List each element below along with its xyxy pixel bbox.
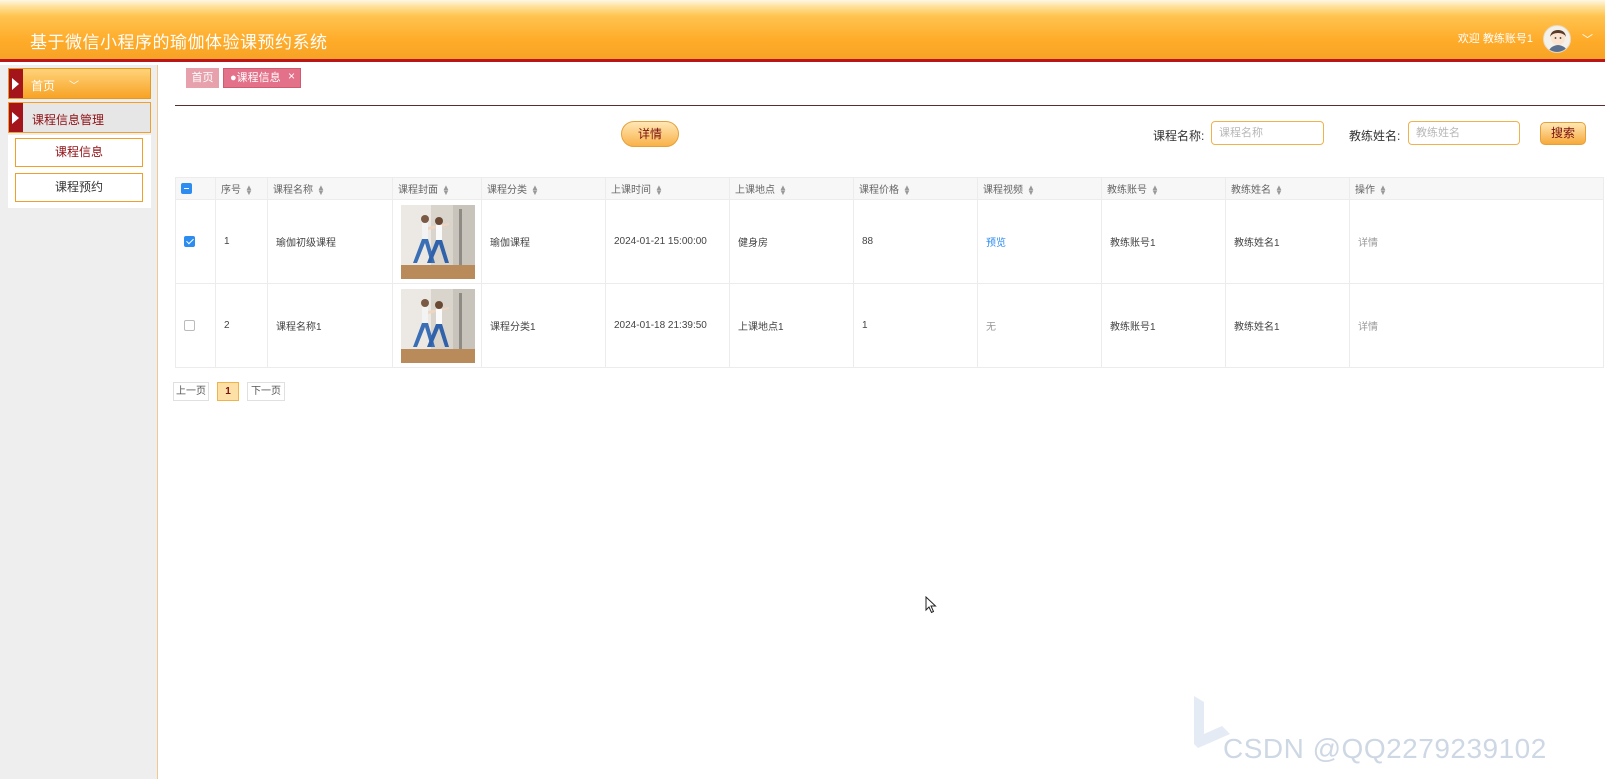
menu-arrow-icon <box>9 103 23 132</box>
table-row[interactable]: 1 瑜伽初级课程 瑜伽课程 2024-01-21 15:00:00 健身房 88… <box>175 199 1604 284</box>
app-title: 基于微信小程序的瑜伽体验课预约系统 <box>30 33 328 52</box>
cell-time: 2024-01-21 15:00:00 <box>605 199 730 284</box>
prev-page-button[interactable]: 上一页 <box>173 382 209 401</box>
course-cover-image[interactable] <box>401 288 475 363</box>
row-select-cell[interactable] <box>175 199 216 284</box>
column-header[interactable]: 课程封面 ▲ ▼ <box>392 177 482 200</box>
column-header[interactable]: 序号 ▲ ▼ <box>215 177 268 200</box>
row-checkbox[interactable] <box>184 235 195 247</box>
sort-icon[interactable]: ▲ ▼ <box>779 184 787 197</box>
table-row[interactable]: 2 课程名称1 课程分类1 2024-01-18 21:39:50 上课地点1 … <box>175 283 1604 368</box>
row-select-cell[interactable] <box>175 283 216 368</box>
cell-coach-account: 教练账号1 <box>1101 199 1226 284</box>
cell-action: 详情 <box>1349 283 1604 368</box>
course-table: 序号 ▲ ▼ 课程名称 ▲ ▼ 课程封面 ▲ ▼ 课程分类 ▲ ▼ 上课时间 ▲ ▼ 上课地点 ▲ ▼ … <box>175 177 1604 368</box>
row-detail-link[interactable]: 详情 <box>1358 322 1378 333</box>
cell-price: 1 <box>853 283 978 368</box>
chevron-down-icon: ﹀ <box>69 81 79 92</box>
page-number-button[interactable]: 1 <box>217 382 239 401</box>
cell-action: 详情 <box>1349 199 1604 284</box>
sort-icon[interactable]: ▲ ▼ <box>1275 184 1283 197</box>
column-header[interactable]: 上课时间 ▲ ▼ <box>605 177 730 200</box>
coach-name-input[interactable] <box>1408 121 1520 145</box>
cell-no: 2 <box>215 283 268 368</box>
course-cover-image[interactable] <box>401 204 475 279</box>
cell-time: 2024-01-18 21:39:50 <box>605 283 730 368</box>
cell-coach-account: 教练账号1 <box>1101 283 1226 368</box>
tab-home[interactable]: 首页 <box>186 68 219 88</box>
sort-icon[interactable]: ▲ ▼ <box>531 184 539 197</box>
user-avatar[interactable] <box>1543 25 1571 53</box>
cell-coach-name: 教练姓名1 <box>1225 199 1350 284</box>
cell-no: 1 <box>215 199 268 284</box>
sidebar-group-label: 课程信息管理 <box>32 113 105 127</box>
divider <box>175 105 1605 106</box>
cell-video: 无 <box>977 283 1102 368</box>
row-detail-link[interactable]: 详情 <box>1358 238 1378 249</box>
cell-coach-name: 教练姓名1 <box>1225 283 1350 368</box>
app-header: 基于微信小程序的瑜伽体验课预约系统 欢迎 教练账号1 ﹀ <box>0 0 1605 62</box>
sidebar-item-label: 首页 <box>31 79 56 93</box>
select-all-cell[interactable] <box>175 177 216 200</box>
sidebar-item-course-booking[interactable]: 课程预约 <box>15 173 143 202</box>
sort-icon[interactable]: ▲ ▼ <box>655 184 663 197</box>
column-header[interactable]: 课程价格 ▲ ▼ <box>853 177 978 200</box>
menu-arrow-icon <box>9 69 23 98</box>
cell-course-name: 瑜伽初级课程 <box>267 199 393 284</box>
tab-course-info[interactable]: ●课程信息 × <box>223 68 301 88</box>
column-header[interactable]: 操作 ▲ ▼ <box>1349 177 1604 200</box>
sidebar-group-course-management[interactable]: 课程信息管理 <box>8 102 151 133</box>
cell-cover <box>392 283 482 368</box>
cell-category: 课程分类1 <box>481 283 606 368</box>
cell-category: 瑜伽课程 <box>481 199 606 284</box>
sidebar-item-home[interactable]: 首页 ﹀ <box>8 68 151 99</box>
cell-place: 上课地点1 <box>729 283 854 368</box>
next-page-button[interactable]: 下一页 <box>247 382 285 401</box>
search-button[interactable]: 搜索 <box>1540 122 1586 145</box>
column-header[interactable]: 上课地点 ▲ ▼ <box>729 177 854 200</box>
table-header-row: 序号 ▲ ▼ 课程名称 ▲ ▼ 课程封面 ▲ ▼ 课程分类 ▲ ▼ 上课时间 ▲ ▼ 上课地点 ▲ ▼ … <box>175 177 1604 200</box>
sort-icon[interactable]: ▲ ▼ <box>1027 184 1035 197</box>
tab-label: ●课程信息 <box>230 72 281 84</box>
column-header[interactable]: 课程名称 ▲ ▼ <box>267 177 393 200</box>
sort-icon[interactable]: ▲ ▼ <box>903 184 911 197</box>
course-name-label: 课程名称: <box>1153 129 1205 143</box>
video-preview-link[interactable]: 预览 <box>986 238 1006 249</box>
column-header[interactable]: 教练账号 ▲ ▼ <box>1101 177 1226 200</box>
column-header[interactable]: 课程分类 ▲ ▼ <box>481 177 606 200</box>
cell-place: 健身房 <box>729 199 854 284</box>
column-header[interactable]: 教练姓名 ▲ ▼ <box>1225 177 1350 200</box>
close-icon[interactable]: × <box>288 67 295 85</box>
welcome-text: 欢迎 教练账号1 <box>1457 33 1533 45</box>
main-content: 首页 ●课程信息 × 详情 课程名称: 教练姓名: 搜索 序号▲▼ 课程名称▲▼… <box>159 65 1605 779</box>
mouse-pointer-icon <box>925 596 937 614</box>
sort-icon[interactable]: ▲ ▼ <box>442 184 450 197</box>
sidebar: 首页 ﹀ 课程信息管理 课程信息 课程预约 <box>0 65 158 779</box>
sidebar-submenu: 课程信息 课程预约 <box>8 135 151 208</box>
detail-button[interactable]: 详情 <box>621 121 679 147</box>
avatar-icon <box>1548 30 1568 52</box>
column-header[interactable]: 课程视频 ▲ ▼ <box>977 177 1102 200</box>
cell-cover <box>392 199 482 284</box>
sort-icon[interactable]: ▲ ▼ <box>1379 184 1387 197</box>
user-menu-chevron-icon[interactable]: ﹀ <box>1582 31 1593 47</box>
cell-video: 预览 <box>977 199 1102 284</box>
cell-course-name: 课程名称1 <box>267 283 393 368</box>
row-checkbox[interactable] <box>184 319 195 331</box>
select-all-checkbox[interactable] <box>181 182 192 194</box>
sort-icon[interactable]: ▲ ▼ <box>1151 184 1159 197</box>
sort-icon[interactable]: ▲ ▼ <box>245 184 253 197</box>
course-name-input[interactable] <box>1211 121 1324 145</box>
coach-name-label: 教练姓名: <box>1349 129 1401 143</box>
sidebar-item-course-info[interactable]: 课程信息 <box>15 138 143 167</box>
cell-price: 88 <box>853 199 978 284</box>
sort-icon[interactable]: ▲ ▼ <box>317 184 325 197</box>
video-none-text: 无 <box>986 322 996 333</box>
watermark-text: CSDN @QQ2279239102 <box>1223 733 1547 764</box>
